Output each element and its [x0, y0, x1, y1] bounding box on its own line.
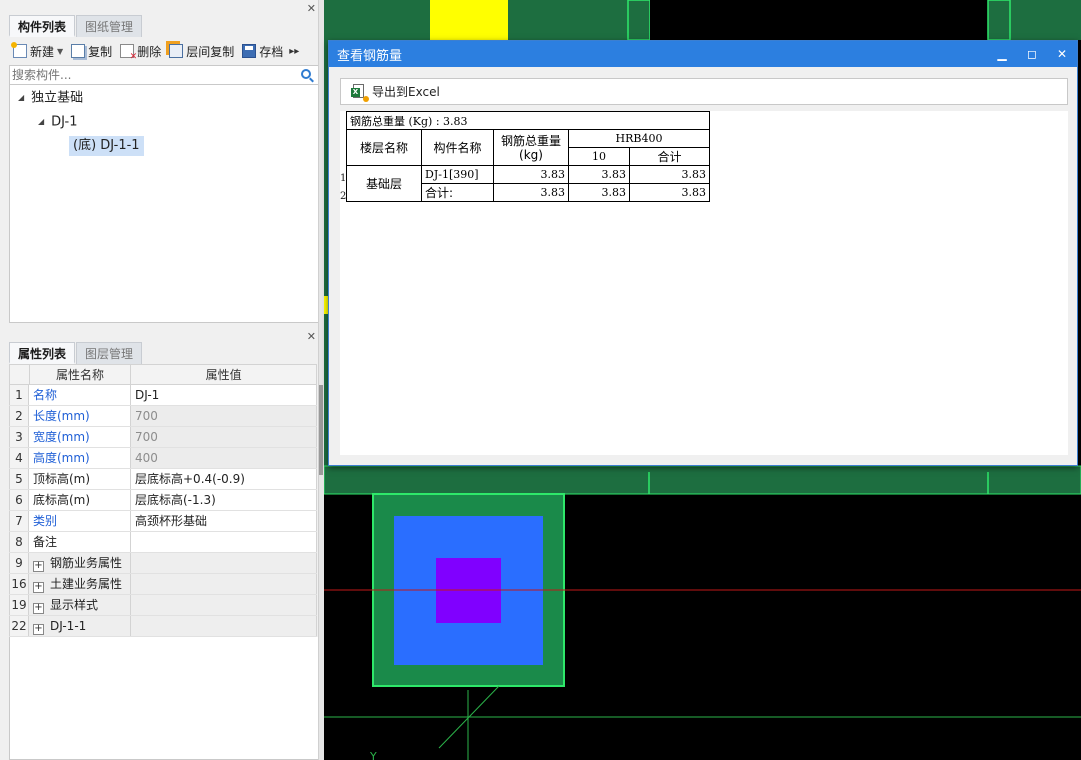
- column-top-right: [987, 0, 1011, 41]
- summary-cell: 钢筋总重量 (Kg) : 3.83: [346, 111, 710, 130]
- sum-cell: 3.83: [629, 165, 710, 184]
- save-button[interactable]: 存档: [238, 40, 287, 62]
- expand-plus-icon[interactable]: +: [33, 603, 44, 614]
- d10-cell: 3.83: [568, 183, 630, 202]
- table-row-group[interactable]: 16 + 土建业务属性: [9, 574, 317, 595]
- excel-icon: X: [351, 83, 369, 102]
- delete-label: 删除: [137, 44, 162, 59]
- table-row[interactable]: 7 类别 高颈杯形基础: [9, 511, 317, 532]
- header-subtotal: 合计: [629, 147, 710, 166]
- maximize-icon[interactable]: ◻: [1017, 41, 1047, 67]
- header-component: 构件名称: [421, 129, 494, 166]
- table-row[interactable]: 8 备注: [9, 532, 317, 553]
- d10-cell: 3.83: [568, 165, 630, 184]
- property-table-empty-area: [9, 637, 320, 760]
- tab-property-list[interactable]: 属性列表: [9, 342, 76, 364]
- tree-node-leaf[interactable]: (底) DJ-1-1: [69, 136, 144, 156]
- table-row[interactable]: 2 长度(mm) 700: [9, 406, 317, 427]
- save-icon: [242, 44, 257, 58]
- close-icon[interactable]: ✕: [307, 2, 316, 15]
- axis-y-label: Y: [369, 750, 377, 760]
- tab-drawing-management[interactable]: 图纸管理: [76, 15, 143, 37]
- component-toolbar: 新建 ▼ 复制 删除 层间复制 存档 ▸▸: [9, 38, 320, 64]
- table-row-group[interactable]: 19 + 显示样式: [9, 595, 317, 616]
- minimize-icon[interactable]: ▁: [987, 41, 1017, 67]
- component-tree: ◢ 独立基础 ◢ DJ-1 (底) DJ-1-1: [9, 85, 320, 323]
- tree-node-root[interactable]: ◢ 独立基础: [18, 88, 83, 108]
- tab-layer-management[interactable]: 图层管理: [76, 342, 143, 364]
- tree-node-child[interactable]: ◢ DJ-1: [38, 112, 78, 132]
- expand-plus-icon[interactable]: +: [33, 582, 44, 593]
- component-search: [9, 65, 320, 85]
- void-top: [650, 0, 988, 40]
- floor-copy-icon: [169, 44, 184, 58]
- left-panel: ✕ 构件列表 图纸管理 新建 ▼ 复制 删除 层间复制: [0, 0, 322, 760]
- floor-copy-button[interactable]: 层间复制: [165, 40, 238, 62]
- floor-name-cell: 基础层: [346, 165, 422, 202]
- expand-plus-icon[interactable]: +: [33, 624, 44, 635]
- dialog-title-bar[interactable]: 查看钢筋量: [329, 41, 1077, 67]
- expand-triangle-icon[interactable]: ◢: [18, 88, 24, 108]
- table-row[interactable]: 1 名称 DJ-1: [9, 385, 317, 406]
- copy-label: 复制: [88, 44, 113, 59]
- total-cell: 3.83: [493, 165, 569, 184]
- column-top: [627, 0, 651, 41]
- delete-icon: [120, 44, 137, 62]
- delete-button[interactable]: 删除: [116, 40, 165, 62]
- expand-plus-icon[interactable]: +: [33, 561, 44, 572]
- highlighted-element: [430, 0, 508, 40]
- new-label: 新建: [30, 44, 55, 59]
- table-row[interactable]: 3 宽度(mm) 700: [9, 427, 317, 448]
- table-row[interactable]: 基础层 DJ-1[390] 3.83 3.83 3.83: [346, 165, 710, 202]
- header-property-name: 属性名称: [30, 365, 132, 385]
- component-tabs: 构件列表 图纸管理: [9, 15, 143, 37]
- export-excel-button[interactable]: X 导出到Excel: [347, 81, 444, 103]
- save-label: 存档: [259, 44, 284, 59]
- dropdown-arrow-icon[interactable]: ▼: [57, 47, 63, 56]
- table-row[interactable]: 5 顶标高(m) 层底标高+0.4(-0.9): [9, 469, 317, 490]
- tree-child-label: DJ-1: [51, 114, 78, 130]
- expand-triangle-icon[interactable]: ◢: [38, 112, 44, 132]
- copy-icon: [71, 44, 86, 58]
- dialog-title: 查看钢筋量: [337, 48, 403, 64]
- search-icon[interactable]: [301, 69, 311, 79]
- overflow-arrow-icon[interactable]: ▸▸: [289, 46, 299, 57]
- new-icon: [11, 42, 27, 58]
- header-property-value: 属性值: [205, 368, 242, 382]
- header-floor: 楼层名称: [346, 129, 422, 166]
- table-row[interactable]: 4 高度(mm) 400: [9, 448, 317, 469]
- header-grade: HRB400: [568, 129, 710, 148]
- property-table: 1 名称 DJ-1 2 长度(mm) 700 3 宽度(mm) 700 4 高度…: [9, 385, 317, 637]
- close-icon[interactable]: ✕: [307, 330, 316, 343]
- property-table-header: 属性名称 属性值: [9, 364, 317, 385]
- export-excel-label: 导出到Excel: [372, 85, 440, 99]
- tree-root-label: 独立基础: [31, 90, 84, 106]
- table-row-group[interactable]: 22 + DJ-1-1: [9, 616, 317, 637]
- rebar-quantity-dialog: 查看钢筋量 ▁ ◻ ✕ X 导出到Excel 1 2 钢筋总重量 (Kg) : …: [328, 40, 1078, 466]
- new-button[interactable]: 新建 ▼: [9, 40, 67, 62]
- header-total-weight: 钢筋总重量 (kg): [493, 129, 569, 166]
- component-cell: 合计:: [421, 183, 494, 202]
- copy-button[interactable]: 复制: [67, 40, 116, 62]
- sum-cell: 3.83: [629, 183, 710, 202]
- beam-band-bottom: [324, 465, 1081, 495]
- dialog-toolbar: X 导出到Excel: [340, 78, 1068, 105]
- close-icon[interactable]: ✕: [1047, 41, 1077, 67]
- property-tabs: 属性列表 图层管理: [9, 342, 143, 364]
- splitter-grip[interactable]: [319, 385, 323, 475]
- tab-component-list[interactable]: 构件列表: [9, 15, 76, 37]
- search-input[interactable]: [12, 68, 292, 82]
- component-cell: DJ-1[390]: [421, 165, 494, 184]
- header-diameter: 10: [568, 147, 630, 166]
- floor-copy-label: 层间复制: [186, 44, 235, 59]
- table-row-group[interactable]: 9 + 钢筋业务属性: [9, 553, 317, 574]
- rebar-table: 钢筋总重量 (Kg) : 3.83 楼层名称 构件名称 钢筋总重量 (kg) H…: [346, 111, 710, 202]
- table-row[interactable]: 6 底标高(m) 层底标高(-1.3): [9, 490, 317, 511]
- total-cell: 3.83: [493, 183, 569, 202]
- report-area: 1 2 钢筋总重量 (Kg) : 3.83 楼层名称 构件名称 钢筋总重量 (k…: [340, 111, 1068, 455]
